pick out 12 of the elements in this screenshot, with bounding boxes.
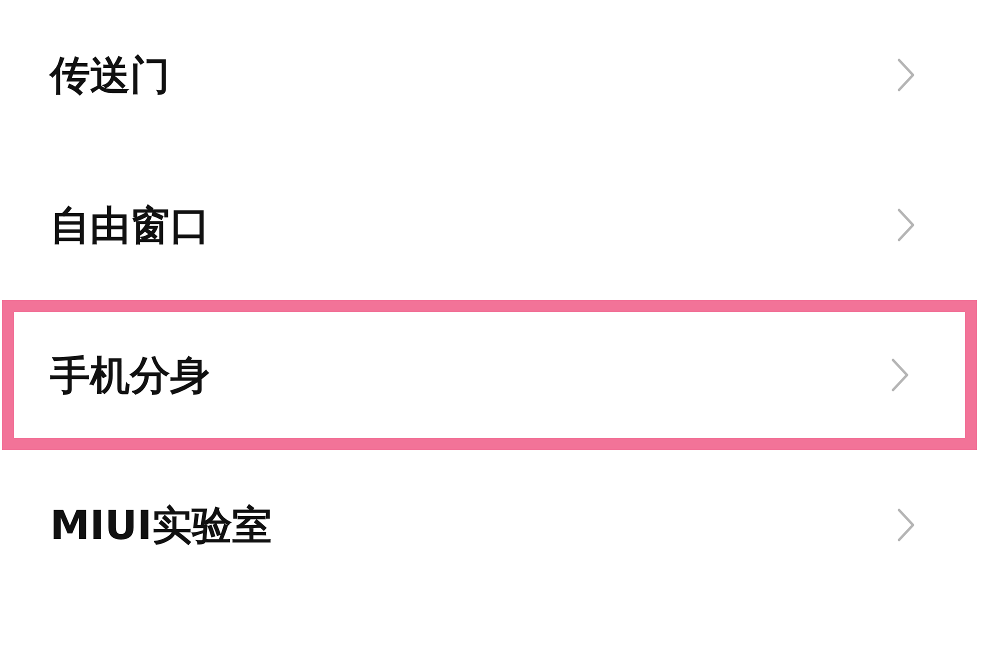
- chevron-right-icon: [896, 57, 916, 93]
- chevron-right-icon: [896, 207, 916, 243]
- chevron-right-icon: [896, 507, 916, 543]
- settings-item[interactable]: 自由窗口: [0, 150, 984, 300]
- settings-item[interactable]: 手机分身: [2, 300, 977, 450]
- item-label: 传送门: [50, 52, 170, 100]
- item-label: MIUI实验室: [50, 502, 272, 550]
- settings-item[interactable]: MIUI实验室: [0, 450, 984, 600]
- item-label: 自由窗口: [50, 202, 210, 250]
- settings-item[interactable]: 传送门: [0, 0, 984, 150]
- item-label: 手机分身: [50, 352, 210, 400]
- chevron-right-icon: [890, 357, 910, 393]
